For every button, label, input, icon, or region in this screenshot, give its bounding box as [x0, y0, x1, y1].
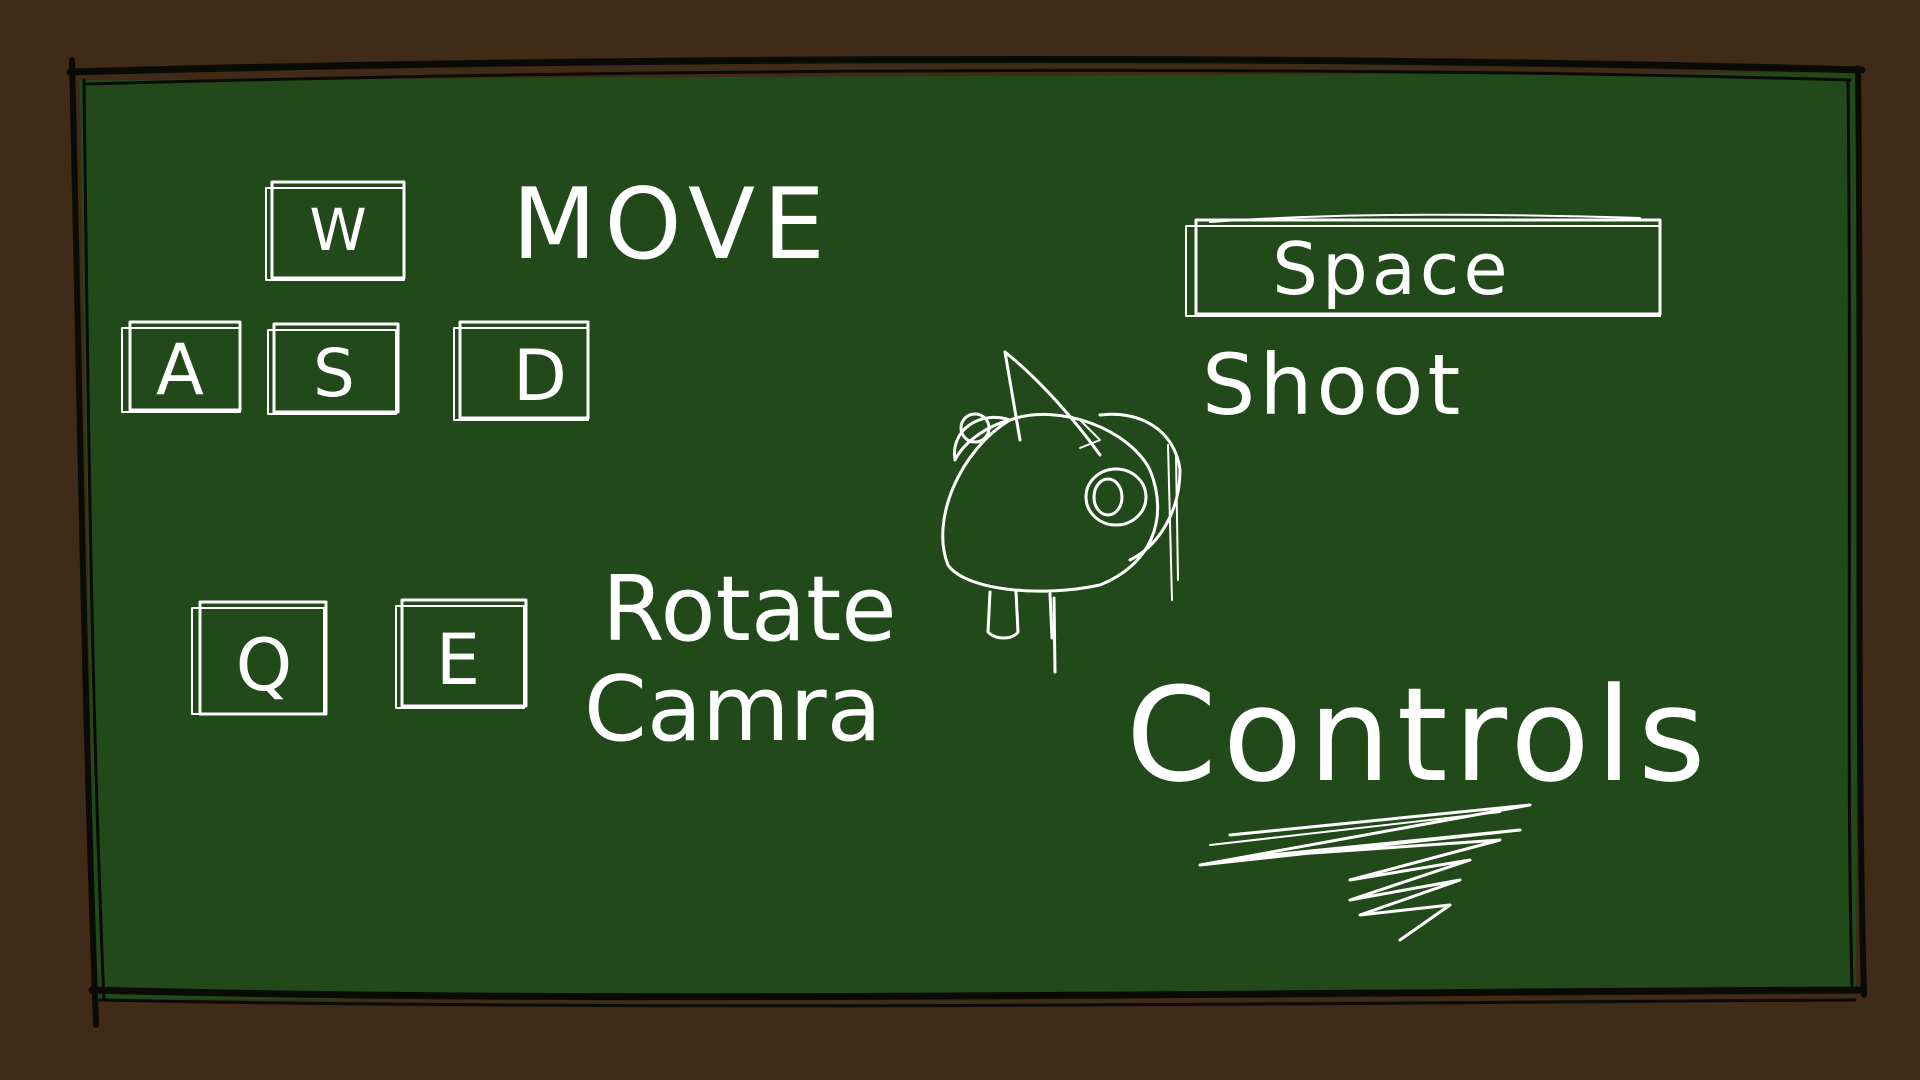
rotate-label-line2: Camra	[584, 657, 882, 762]
key-s-label: S	[313, 335, 355, 412]
key-w-label: W	[309, 196, 366, 264]
rotate-label-line1: Rotate	[602, 557, 897, 662]
key-d-label: D	[513, 335, 567, 417]
chalkboard: W A S D MOVE Q E Rotate Camra Space Shoo…	[66, 55, 1867, 1028]
key-e-label: E	[436, 619, 480, 701]
controls-title: Controls	[1126, 659, 1712, 811]
shoot-label: Shoot	[1202, 336, 1464, 434]
key-q-label: Q	[236, 623, 293, 707]
key-a-label: A	[156, 329, 204, 411]
move-label: MOVE	[512, 168, 833, 282]
controls-screen: W A S D MOVE Q E Rotate Camra Space Shoo…	[0, 0, 1920, 1080]
key-space-label: Space	[1272, 227, 1511, 311]
